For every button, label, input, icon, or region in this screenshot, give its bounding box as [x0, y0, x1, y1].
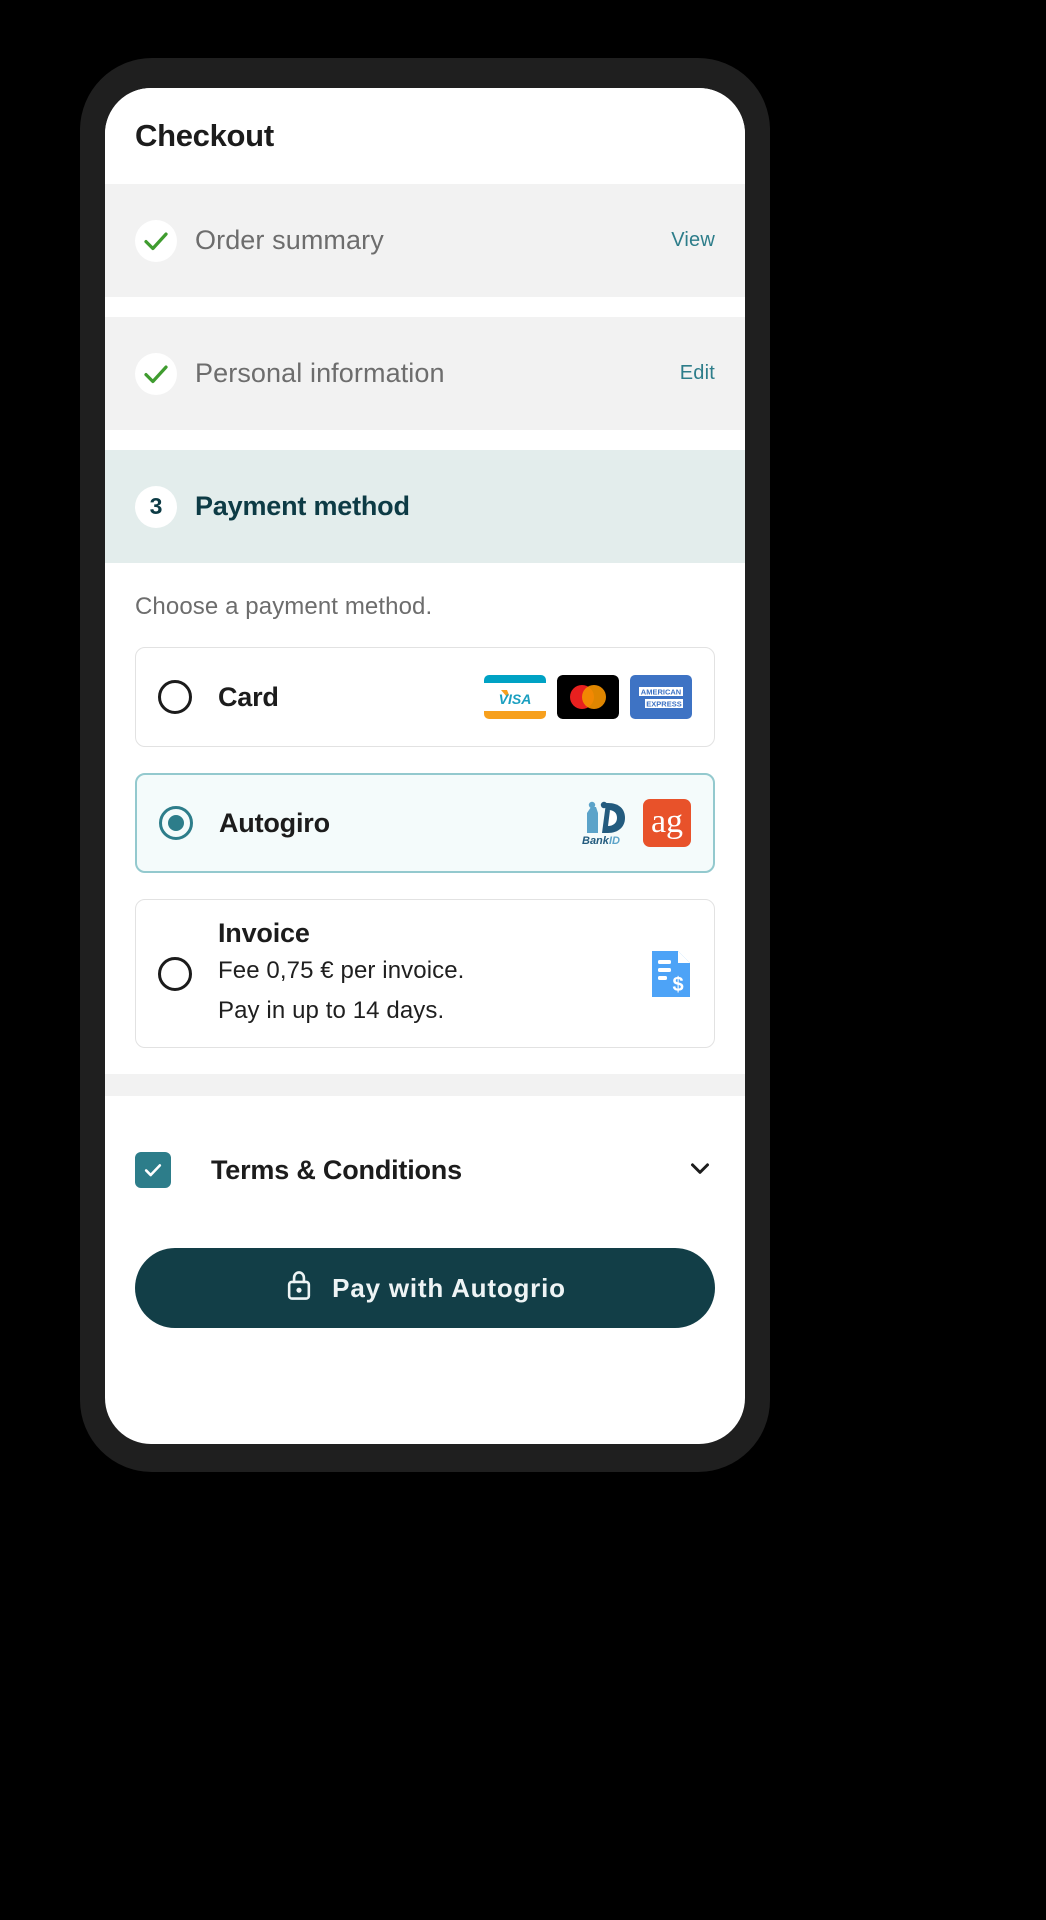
payment-option-card-title: Card [218, 681, 279, 712]
payment-option-autogiro[interactable]: Autogiro Bank ID ag [135, 773, 715, 873]
step-gap [105, 297, 745, 317]
autogiro-logos: Bank ID ag [578, 799, 691, 847]
step-row-payment-method: 3 Payment method [105, 450, 745, 563]
svg-text:ID: ID [609, 835, 620, 847]
view-order-summary-link[interactable]: View [671, 229, 715, 252]
autogiro-ag-logo: ag [643, 799, 691, 847]
edit-personal-information-link[interactable]: Edit [680, 362, 715, 385]
step-row-personal-information[interactable]: Personal information Edit [105, 317, 745, 430]
amex-logo: AMERICAN EXPRESS [630, 675, 692, 719]
cta-container: Pay with Autogrio [105, 1188, 745, 1328]
invoice-document-icon: $ [650, 949, 692, 999]
payment-option-invoice-body: Invoice Fee 0,75 € per invoice. Pay in u… [218, 918, 650, 1029]
svg-text:Bank: Bank [582, 835, 610, 847]
step-number-badge: 3 [135, 485, 177, 528]
payment-option-card[interactable]: Card VISA AMERICAN EXPRESS [135, 647, 715, 747]
radio-invoice[interactable] [158, 956, 192, 991]
svg-text:AMERICAN: AMERICAN [641, 688, 681, 697]
check-icon [135, 219, 177, 262]
payment-option-invoice[interactable]: Invoice Fee 0,75 € per invoice. Pay in u… [135, 899, 715, 1048]
pay-button-label: Pay with Autogrio [332, 1272, 566, 1303]
bankid-logo: Bank ID [578, 799, 632, 847]
payment-option-card-body: Card [218, 682, 484, 713]
visa-logo: VISA [484, 675, 546, 719]
step-label-order-summary: Order summary [195, 225, 384, 255]
step-label-personal-information: Personal information [195, 358, 445, 388]
mastercard-logo [557, 675, 619, 719]
radio-card[interactable] [158, 680, 192, 714]
payment-prompt: Choose a payment method. [135, 593, 433, 620]
invoice-logos: $ [650, 949, 692, 999]
step-label-payment-method: Payment method [195, 491, 410, 521]
app-header: Checkout [105, 88, 745, 184]
payment-option-autogiro-title: Autogiro [219, 807, 330, 838]
lock-icon [284, 1269, 314, 1308]
terms-label: Terms & Conditions [211, 1154, 462, 1185]
step-row-order-summary[interactable]: Order summary View [105, 184, 745, 297]
step-gap [105, 430, 745, 450]
section-divider-band [105, 1074, 745, 1096]
payment-option-autogiro-body: Autogiro [219, 808, 578, 839]
visa-wordmark: VISA [499, 691, 532, 707]
svg-text:EXPRESS: EXPRESS [646, 700, 681, 709]
ag-wordmark: ag [650, 803, 684, 840]
terms-and-conditions-row[interactable]: Terms & Conditions [105, 1096, 745, 1188]
radio-autogiro[interactable] [159, 806, 193, 840]
payment-option-invoice-title: Invoice [218, 918, 310, 948]
pay-with-autogiro-button[interactable]: Pay with Autogrio [135, 1248, 715, 1328]
card-brand-logos: VISA AMERICAN EXPRESS [484, 675, 692, 719]
payment-option-invoice-fee: Fee 0,75 € per invoice. [218, 957, 465, 984]
check-icon [135, 352, 177, 395]
terms-checkbox[interactable] [135, 1152, 171, 1188]
screenshot-stage: Checkout Order summary View Personal inf… [0, 0, 1046, 1920]
phone-screen: Checkout Order summary View Personal inf… [105, 88, 745, 1444]
chevron-down-icon[interactable] [685, 1153, 715, 1188]
page-title: Checkout [135, 118, 274, 153]
payment-option-invoice-terms: Pay in up to 14 days. [218, 997, 445, 1024]
payment-method-section: Choose a payment method. Card VISA AMERI… [105, 563, 745, 1048]
svg-text:$: $ [672, 974, 683, 996]
